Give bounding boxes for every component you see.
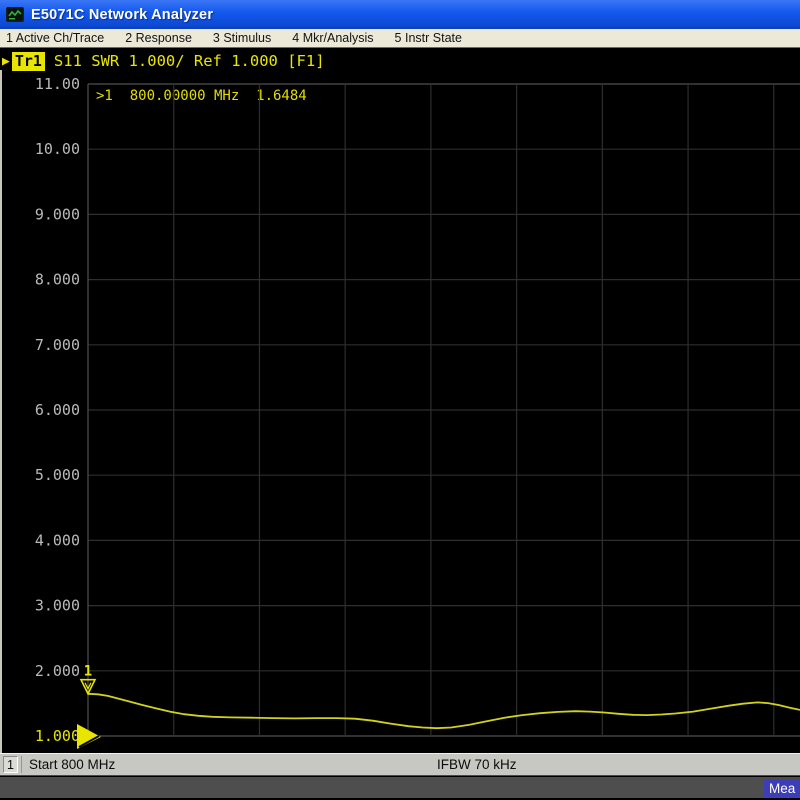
instrument-screen: ▶ Tr1 S11 SWR 1.000/ Ref 1.000 [F1] >1 8… xyxy=(0,48,800,753)
y-axis-tick-label: 3.000 xyxy=(35,597,80,615)
meas-softkey-button[interactable]: Mea xyxy=(764,779,800,797)
menu-item-4[interactable]: 4 Mkr/Analysis xyxy=(292,31,373,45)
y-axis-labels: 11.00 10.00 9.000 8.000 7.000 6.000 5.000 4.000… xyxy=(35,75,80,745)
svg-text:1: 1 xyxy=(84,664,92,680)
y-axis-tick-label: 7.000 xyxy=(35,336,80,354)
softkey-bar: Mea xyxy=(0,777,800,798)
y-axis-tick-label: 11.00 xyxy=(35,75,80,93)
start-frequency-label: Start 800 MHz xyxy=(29,757,115,772)
window-left-border xyxy=(0,70,2,775)
status-separator xyxy=(21,756,22,773)
menu-bar: 1 Active Ch/Trace 2 Response 3 Stimulus 4 M… xyxy=(0,29,800,48)
ref-level-indicator xyxy=(77,724,101,749)
menu-item-5[interactable]: 5 Instr State xyxy=(395,31,462,45)
menu-item-1[interactable]: 1 Active Ch/Trace xyxy=(6,31,104,45)
y-axis-tick-label: 1.000 xyxy=(35,727,80,745)
y-axis-tick-label: 2.000 xyxy=(35,662,80,680)
graticule xyxy=(88,84,800,736)
y-axis-tick-label: 9.000 xyxy=(35,205,80,223)
marker-1-symbol[interactable]: 1 xyxy=(81,664,95,694)
swr-trace xyxy=(88,694,800,728)
status-bar: 1 Start 800 MHz IFBW 70 kHz xyxy=(0,753,800,776)
ifbw-label: IFBW 70 kHz xyxy=(437,757,517,772)
plot-area: 11.00 10.00 9.000 8.000 7.000 6.000 5.000 4.000… xyxy=(0,48,800,753)
menu-item-3[interactable]: 3 Stimulus xyxy=(213,31,271,45)
y-axis-tick-label: 6.000 xyxy=(35,401,80,419)
window-title: E5071C Network Analyzer xyxy=(31,7,213,23)
y-axis-tick-label: 8.000 xyxy=(35,271,80,289)
channel-indicator: 1 xyxy=(3,756,18,773)
title-bar: E5071C Network Analyzer xyxy=(0,0,800,29)
y-axis-tick-label: 10.00 xyxy=(35,140,80,158)
y-axis-tick-label: 5.000 xyxy=(35,466,80,484)
analyzer-window: E5071C Network Analyzer 1 Active Ch/Trac… xyxy=(0,0,800,800)
app-icon xyxy=(6,7,24,22)
y-axis-tick-label: 4.000 xyxy=(35,531,80,549)
menu-item-2[interactable]: 2 Response xyxy=(125,31,192,45)
